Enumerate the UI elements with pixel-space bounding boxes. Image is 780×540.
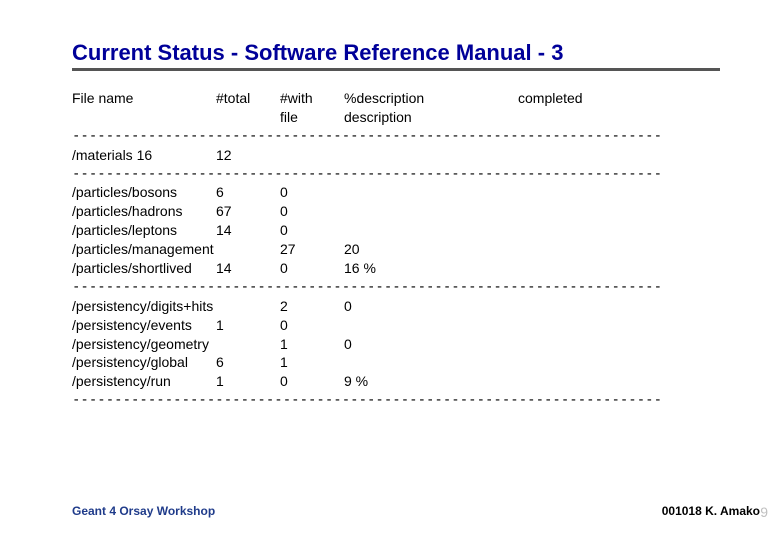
cell-with [280, 146, 340, 165]
table-header-row: File name #total #with file %description… [72, 89, 720, 127]
cell-filename: /persistency/events [72, 316, 212, 335]
cell-filename: /persistency/run [72, 372, 212, 391]
cell-completed [518, 183, 638, 202]
separator: ----------------------------------------… [72, 278, 662, 297]
table-row: /materials 1612 [72, 146, 720, 165]
cell-with: 27 [280, 240, 340, 259]
cell-completed [518, 146, 638, 165]
separator: ----------------------------------------… [72, 165, 662, 184]
cell-total: 12 [216, 146, 276, 165]
cell-desc: 9 % [344, 372, 514, 391]
cell-desc [344, 316, 514, 335]
table-row: /persistency/global61 [72, 353, 720, 372]
col-completed: completed [518, 89, 638, 127]
cell-total: 67 [216, 202, 276, 221]
separator: ----------------------------------------… [72, 391, 662, 410]
cell-total: 6 [216, 183, 276, 202]
cell-filename: /particles/shortlived [72, 259, 212, 278]
cell-with: 0 [280, 372, 340, 391]
cell-total: 1 [216, 316, 276, 335]
footer-left: Geant 4 Orsay Workshop [72, 504, 215, 518]
table-row: /particles/management 2720 [72, 240, 720, 259]
cell-total: 6 [216, 353, 276, 372]
cell-completed [518, 335, 638, 354]
cell-total: 1 [216, 372, 276, 391]
cell-filename: /particles/leptons [72, 221, 212, 240]
cell-total: 14 [216, 259, 276, 278]
cell-desc [344, 183, 514, 202]
cell-desc: 20 [344, 240, 514, 259]
cell-with: 1 [280, 335, 340, 354]
table-row: /persistency/geometry 10 [72, 335, 720, 354]
table-row: /persistency/digits+hits 20 [72, 297, 720, 316]
cell-filename: /particles/bosons [72, 183, 212, 202]
cell-with: 0 [280, 183, 340, 202]
cell-desc [344, 146, 514, 165]
table-row: /persistency/events10 [72, 316, 720, 335]
cell-total [216, 297, 276, 316]
cell-desc: 0 [344, 335, 514, 354]
separator: ----------------------------------------… [72, 127, 662, 146]
cell-completed [518, 259, 638, 278]
cell-completed [518, 316, 638, 335]
cell-desc [344, 202, 514, 221]
footer-right: 001018 K. Amako [662, 504, 760, 518]
cell-filename: /persistency/geometry [72, 335, 212, 354]
slide-title: Current Status - Software Reference Manu… [72, 40, 720, 71]
page-number: 9 [760, 504, 768, 520]
cell-total: 14 [216, 221, 276, 240]
cell-desc [344, 353, 514, 372]
slide-body: File name #total #with file %description… [72, 89, 720, 410]
cell-desc [344, 221, 514, 240]
cell-filename: /particles/management [72, 240, 212, 259]
col-filename: File name [72, 89, 212, 127]
cell-with: 0 [280, 316, 340, 335]
cell-with: 0 [280, 221, 340, 240]
cell-completed [518, 372, 638, 391]
cell-completed [518, 221, 638, 240]
cell-completed [518, 202, 638, 221]
cell-filename: /particles/hadrons [72, 202, 212, 221]
col-total: #total [216, 89, 276, 127]
cell-completed [518, 297, 638, 316]
table-row: /persistency/run109 % [72, 372, 720, 391]
table-row: /particles/bosons60 [72, 183, 720, 202]
cell-filename: /persistency/global [72, 353, 212, 372]
cell-total [216, 335, 276, 354]
cell-desc: 0 [344, 297, 514, 316]
table-row: /particles/leptons140 [72, 221, 720, 240]
cell-completed [518, 353, 638, 372]
cell-with: 1 [280, 353, 340, 372]
cell-completed [518, 240, 638, 259]
cell-with: 2 [280, 297, 340, 316]
cell-filename: /persistency/digits+hits [72, 297, 212, 316]
col-desc: %description description [344, 89, 514, 127]
cell-desc: 16 % [344, 259, 514, 278]
col-with: #with file [280, 89, 340, 127]
cell-filename: /materials 16 [72, 146, 212, 165]
cell-with: 0 [280, 202, 340, 221]
table-row: /particles/hadrons670 [72, 202, 720, 221]
cell-with: 0 [280, 259, 340, 278]
table-row: /particles/shortlived14016 % [72, 259, 720, 278]
footer: Geant 4 Orsay Workshop 001018 K. Amako [72, 504, 760, 518]
cell-total [216, 240, 276, 259]
